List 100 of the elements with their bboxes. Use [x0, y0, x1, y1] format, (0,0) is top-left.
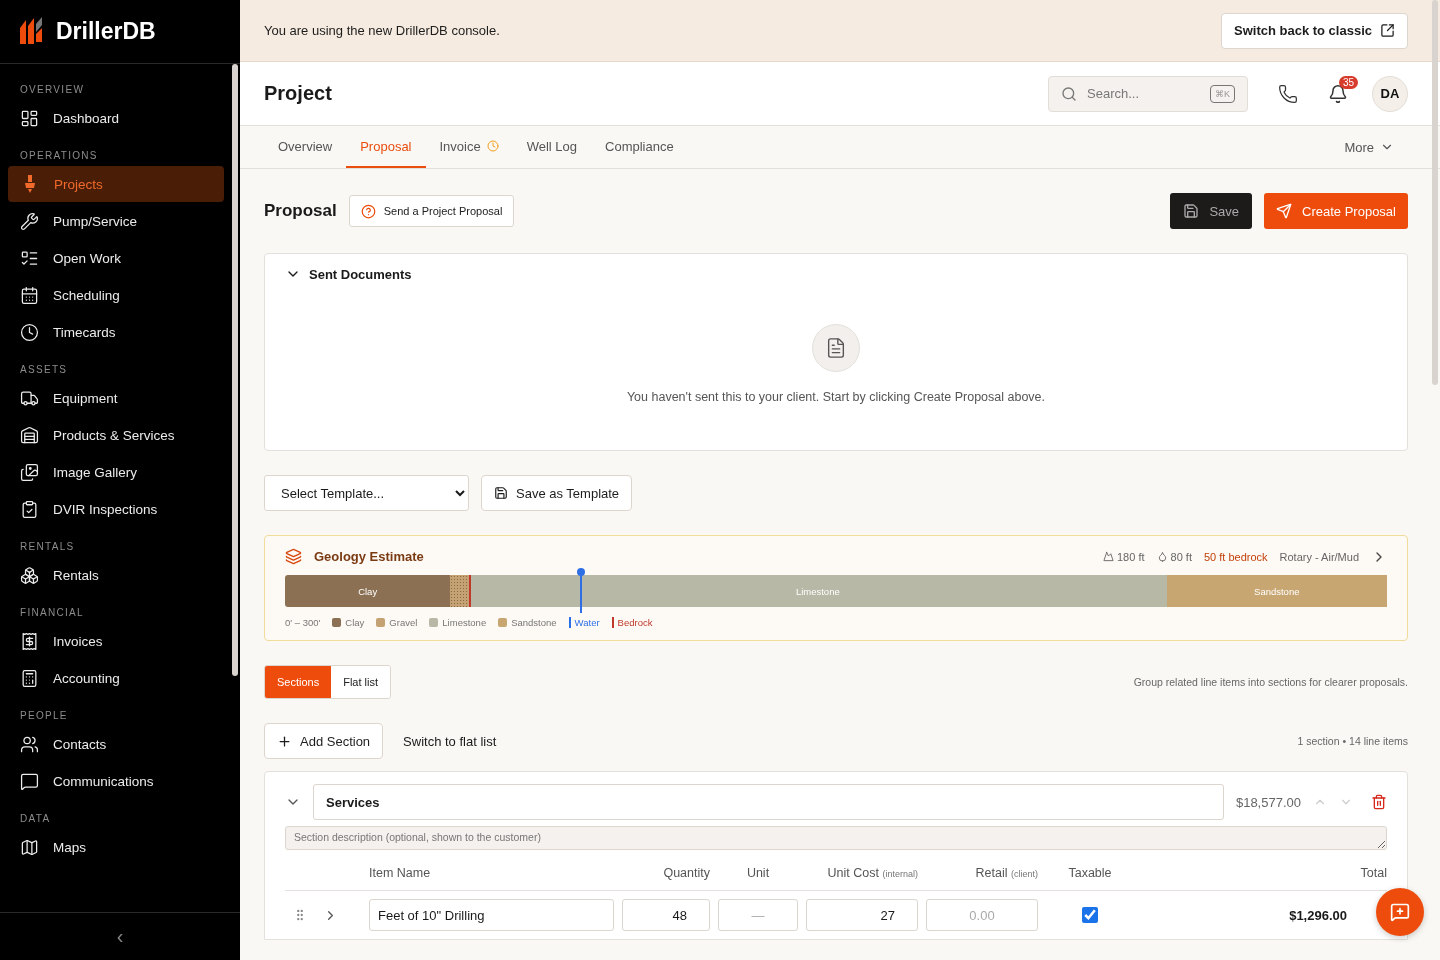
sidebar-item[interactable]: Accounting	[8, 660, 224, 696]
sidebar-item[interactable]: Projects	[8, 166, 224, 202]
wrench-icon	[20, 211, 39, 231]
add-section-button[interactable]: Add Section	[264, 723, 384, 759]
delete-icon	[1371, 794, 1387, 810]
sidebar-item[interactable]: Pump/Service	[8, 203, 224, 239]
unit-cost-field[interactable]: 27	[806, 899, 918, 931]
sidebar-item[interactable]: Equipment	[8, 380, 224, 416]
switch-flat-list-button[interactable]: Switch to flat list	[395, 733, 505, 749]
collapse-button[interactable]: ‹	[110, 924, 130, 949]
sidebar-item[interactable]: Scheduling	[8, 277, 224, 313]
strata-layer: Sandstone	[1166, 575, 1387, 607]
more-menu[interactable]: More	[1330, 126, 1408, 168]
plus-icon	[277, 733, 292, 749]
chat-button[interactable]	[1376, 888, 1424, 936]
section-total: $18,577.00	[1235, 794, 1301, 810]
sidebar-item[interactable]: Image Gallery	[8, 454, 224, 490]
item-name-field[interactable]: Feet of 10" Drilling	[369, 899, 614, 931]
create-proposal-button[interactable]: Create Proposal	[1264, 193, 1408, 229]
summary-text: 1 section • 14 line items	[1297, 735, 1408, 747]
map-icon	[20, 837, 39, 857]
column-header: Retail (client)	[974, 865, 1038, 882]
search-field[interactable]: Search...	[1085, 85, 1202, 102]
legend-item: Bedrock	[611, 617, 653, 628]
column-header: Quantity	[662, 865, 710, 882]
view-toggle[interactable]: Sections	[265, 666, 332, 698]
legend-item: Clay	[332, 617, 365, 628]
calculator-icon	[20, 668, 39, 688]
quantity-field[interactable]: 48	[622, 899, 710, 931]
taxable-checkbox[interactable]	[1082, 907, 1098, 923]
help-icon	[360, 203, 376, 219]
help-button[interactable]: Send a Project Proposal	[348, 195, 515, 227]
layers-icon	[285, 548, 302, 565]
calendar-icon	[20, 285, 39, 305]
depth-range: 0' – 300'	[285, 617, 321, 628]
send-icon	[1276, 203, 1293, 219]
column-header: Unit Cost (internal)	[826, 865, 918, 882]
clock-icon	[486, 140, 499, 152]
warehouse-icon	[20, 425, 39, 445]
retail-field[interactable]: 0.00	[926, 899, 1038, 931]
save-icon	[1183, 203, 1200, 219]
sidebar-item[interactable]: Dashboard	[8, 100, 224, 136]
legend-item: Sandstone	[498, 617, 557, 628]
section-name-field[interactable]: Services	[313, 784, 1224, 820]
strata-layer: Clay	[285, 575, 451, 607]
legend-item: Limestone	[429, 617, 487, 628]
clock-icon	[20, 322, 39, 342]
template-select[interactable]: Select Template...	[264, 475, 469, 511]
sidebar-item[interactable]: Open Work	[8, 240, 224, 276]
panel-title: Geology Estimate	[314, 549, 424, 564]
sidebar-item[interactable]: Products & Services	[8, 417, 224, 453]
section-label: OVERVIEW	[19, 83, 86, 97]
document-icon	[812, 324, 860, 372]
section-label: ASSETS	[19, 363, 69, 377]
sidebar-item[interactable]: Contacts	[8, 726, 224, 762]
switch-classic-button[interactable]: Switch back to classic	[1221, 12, 1408, 49]
sidebar-item[interactable]: Maps	[8, 829, 224, 865]
tab[interactable]: Well Log	[512, 126, 592, 168]
notification-count: 35	[1338, 75, 1358, 89]
empty-state-text: You haven't sent this to your client. Start by clicking Create Proposal above.	[626, 390, 1046, 404]
users-icon	[20, 734, 39, 754]
section-label: DATA	[19, 812, 52, 826]
save-template-button[interactable]: Save as Template	[481, 475, 633, 511]
section-label: PEOPLE	[19, 709, 69, 723]
sidebar-item[interactable]: Communications	[8, 763, 224, 799]
stat-text: Rotary - Air/Mud	[1279, 550, 1359, 563]
stat-text: 50 ft bedrock	[1203, 550, 1268, 563]
description-field[interactable]: Section description (optional, shown to the customer)	[285, 826, 1387, 850]
save-icon	[494, 486, 508, 500]
droplet-icon	[1156, 551, 1168, 562]
section-label: OPERATIONS	[19, 149, 99, 163]
legend-item: Water	[568, 617, 600, 628]
mountain-icon	[1103, 551, 1114, 562]
strata-layer: Limestone	[469, 575, 1167, 607]
sent-documents-toggle[interactable]: Sent Documents	[285, 266, 412, 282]
tab[interactable]: Proposal	[346, 126, 426, 168]
tab[interactable]: Compliance	[591, 126, 688, 168]
images-icon	[20, 462, 39, 482]
view-toggle[interactable]: Flat list	[331, 666, 391, 698]
unit-field[interactable]: —	[718, 899, 798, 931]
column-header: Item Name	[369, 865, 432, 882]
save-button[interactable]: Save	[1170, 193, 1253, 229]
section-label: FINANCIAL	[19, 606, 85, 620]
sidebar-item[interactable]: Rentals	[8, 557, 224, 593]
stat-text: 80 ft	[1156, 550, 1192, 563]
brand-name: DrillerDB	[56, 18, 156, 45]
sidebar-item[interactable]: Timecards	[8, 314, 224, 350]
sidebar-item[interactable]: DVIR Inspections	[8, 491, 224, 527]
receipt-icon	[20, 631, 39, 651]
boxes-icon	[20, 565, 39, 585]
stat-text: 180 ft	[1103, 550, 1145, 563]
column-header: Taxable	[1067, 865, 1113, 882]
user-avatar[interactable]: DA	[1372, 75, 1408, 112]
tab[interactable]: Overview	[264, 126, 347, 168]
sidebar-item[interactable]: Invoices	[8, 623, 224, 659]
tab[interactable]: Invoice	[425, 126, 513, 168]
phone-button[interactable]	[1278, 83, 1298, 104]
page-title: Project	[264, 82, 333, 105]
row-total: $1,296.00	[1288, 907, 1348, 923]
legend-item: Gravel	[376, 617, 418, 628]
